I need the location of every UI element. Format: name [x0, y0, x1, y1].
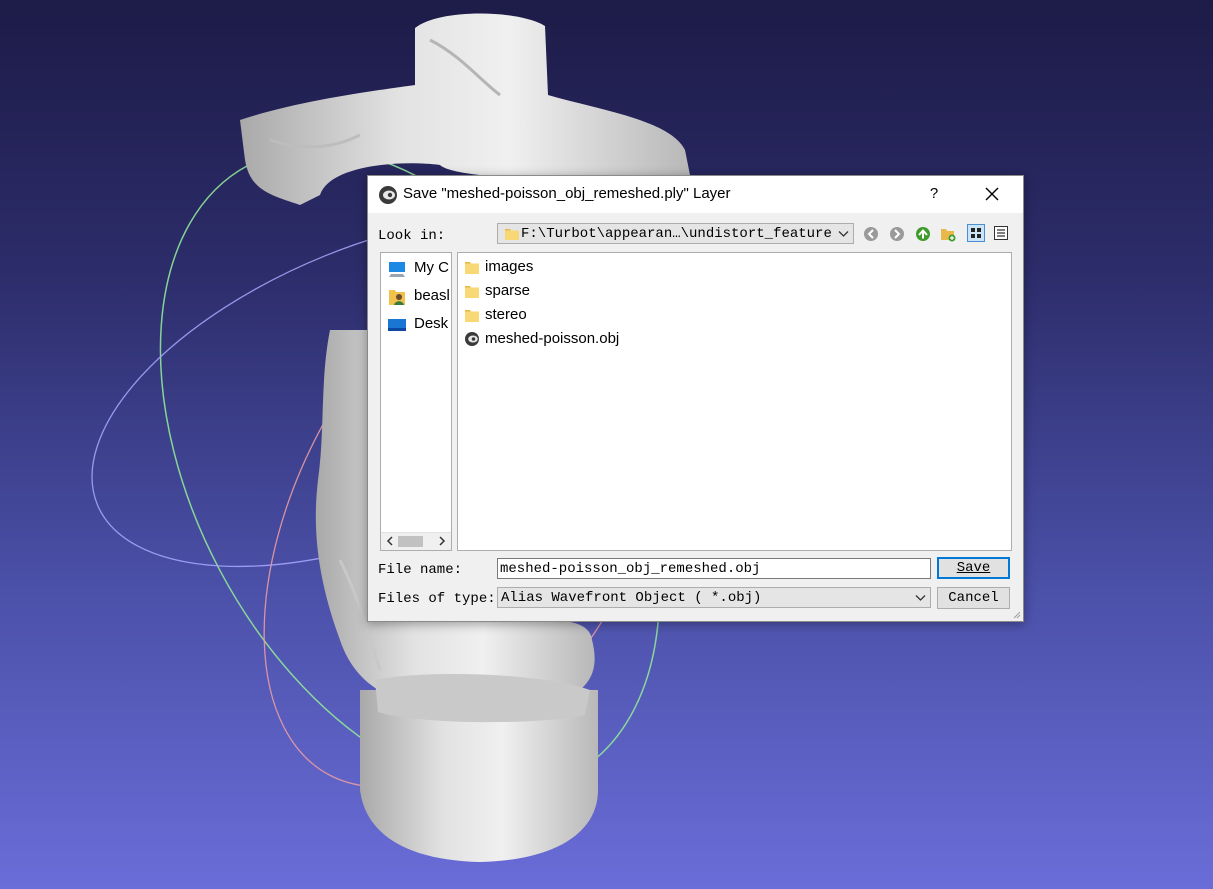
places-sidebar[interactable]: My C beasl Desk	[380, 252, 452, 551]
close-button[interactable]	[974, 179, 1010, 209]
file-name: stereo	[485, 306, 527, 323]
save-layer-dialog: Save "meshed-poisson_obj_remeshed.ply" L…	[367, 175, 1024, 622]
dialog-titlebar[interactable]: Save "meshed-poisson_obj_remeshed.ply" L…	[368, 176, 1023, 213]
list-view-icon	[971, 228, 981, 238]
back-icon[interactable]	[863, 226, 879, 242]
folder-icon	[465, 286, 479, 298]
resize-grip-icon[interactable]	[1011, 609, 1021, 619]
file-type-combobox[interactable]: Alias Wavefront Object ( *.obj)	[497, 587, 931, 608]
look-in-combobox[interactable]: F:\Turbot\appearan…\undistort_feature	[497, 223, 854, 244]
save-button[interactable]: Save	[937, 557, 1010, 579]
cancel-button[interactable]: Cancel	[937, 587, 1010, 609]
scrollbar-thumb[interactable]	[398, 536, 423, 547]
chevron-down-icon	[838, 231, 849, 237]
list-view-button[interactable]	[967, 224, 985, 242]
meshlab-app-icon	[379, 186, 397, 204]
help-button[interactable]: ?	[916, 179, 952, 209]
sidebar-item-label: My C	[414, 259, 449, 276]
scroll-right-icon[interactable]	[437, 536, 447, 546]
dialog-title: Save "meshed-poisson_obj_remeshed.ply" L…	[403, 185, 731, 202]
user-folder-icon	[389, 290, 405, 305]
file-name: sparse	[485, 282, 531, 299]
desktop-icon	[388, 319, 406, 331]
file-type-label: Files of type:	[378, 591, 496, 607]
look-in-path: F:\Turbot\appearan…\undistort_feature	[521, 226, 832, 242]
close-icon	[985, 187, 999, 201]
folder-icon	[505, 229, 519, 240]
file-name-input[interactable]	[497, 558, 931, 579]
file-type-value: Alias Wavefront Object ( *.obj)	[501, 590, 762, 606]
computer-icon	[389, 262, 405, 277]
detail-view-icon[interactable]	[992, 224, 1010, 242]
file-name: images	[485, 258, 534, 275]
chevron-down-icon	[915, 595, 926, 601]
sidebar-item-label: beasl	[414, 287, 450, 304]
meshlab-file-icon	[465, 332, 479, 346]
parent-directory-icon[interactable]	[915, 226, 931, 242]
save-button-label: Save	[956, 560, 991, 576]
look-in-label: Look in:	[378, 228, 446, 244]
sidebar-item-label: Desk	[414, 315, 449, 332]
sidebar-horizontal-scrollbar[interactable]	[381, 532, 451, 550]
scroll-left-icon[interactable]	[385, 536, 395, 546]
new-folder-icon[interactable]	[940, 226, 956, 242]
file-name-label: File name:	[378, 562, 463, 578]
forward-icon[interactable]	[889, 226, 905, 242]
file-list[interactable]: images sparse stereo meshed-poisson.obj	[457, 252, 1012, 551]
folder-icon	[465, 310, 479, 322]
folder-icon	[465, 262, 479, 274]
file-name: meshed-poisson.obj	[485, 330, 620, 347]
